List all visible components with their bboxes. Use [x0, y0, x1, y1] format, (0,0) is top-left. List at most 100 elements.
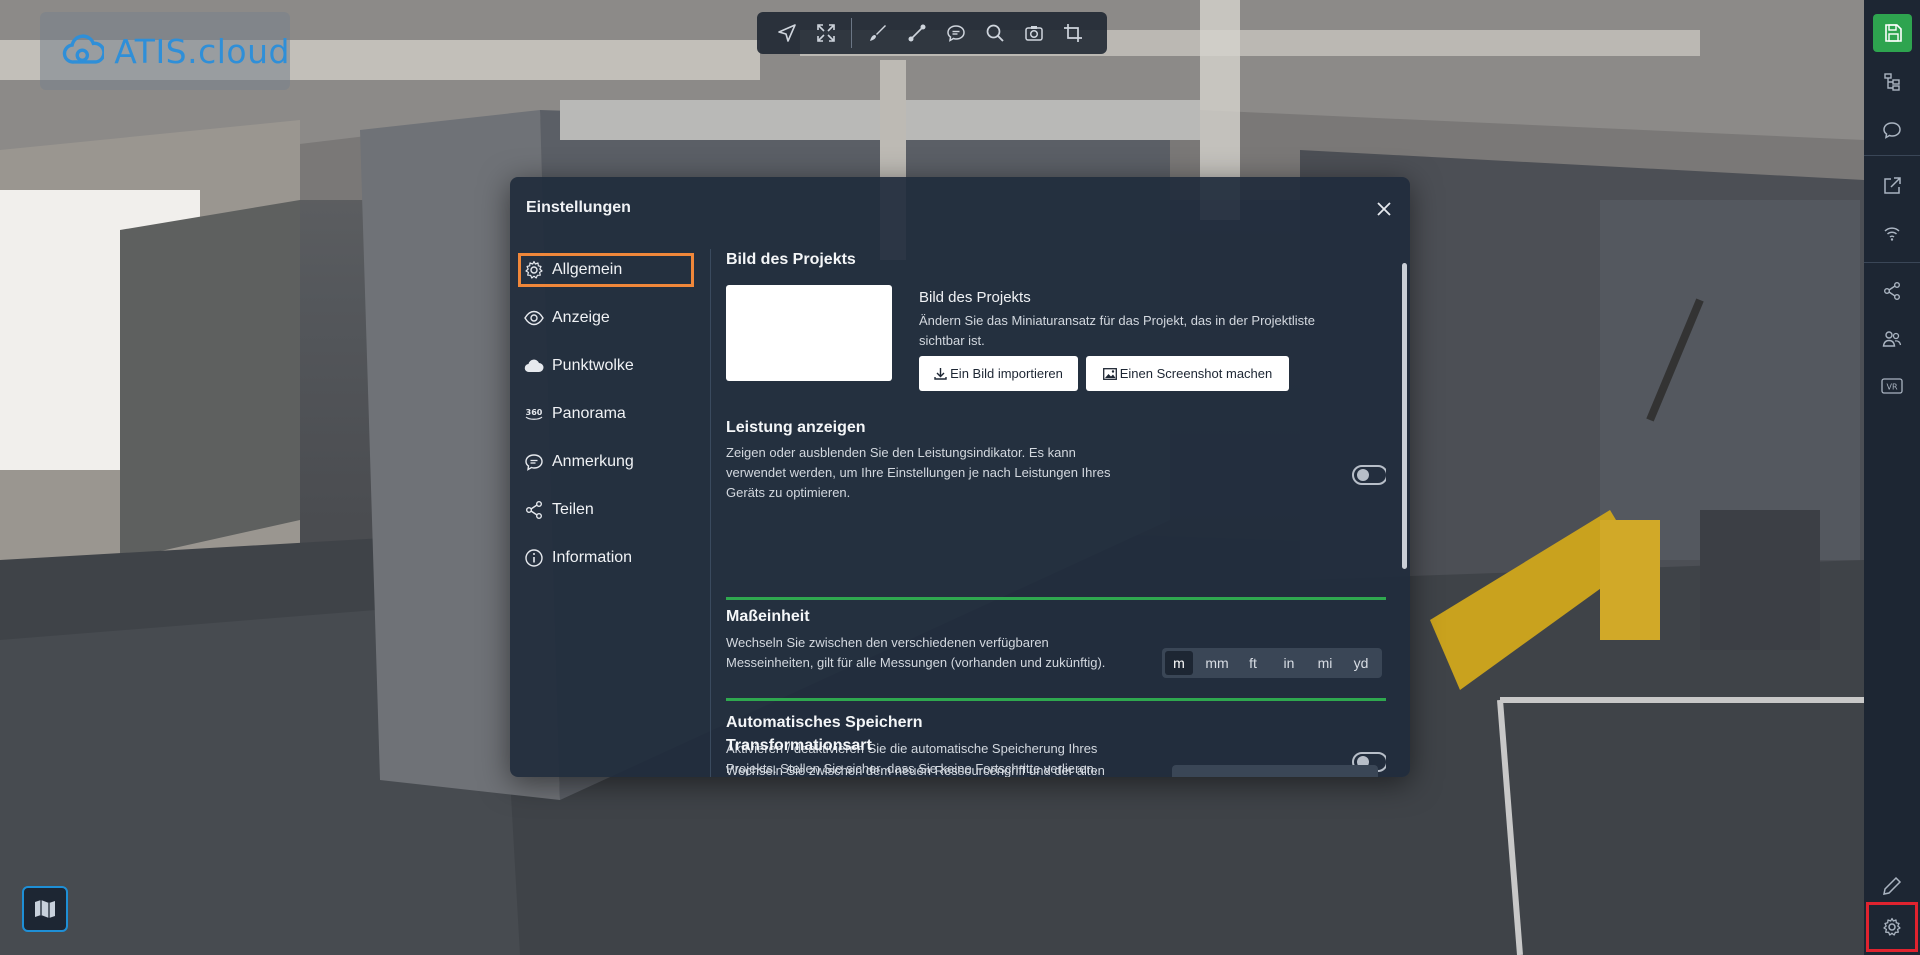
settings-modal: Einstellungen Allgemein Anzeige Punktwol… — [510, 177, 1410, 777]
performance-toggle[interactable] — [1352, 465, 1386, 485]
navigate-button[interactable] — [767, 12, 806, 54]
tree-icon — [1884, 73, 1900, 91]
unit-option-ft[interactable]: ft — [1235, 651, 1271, 675]
map-button[interactable] — [22, 886, 68, 932]
project-thumbnail — [726, 285, 892, 381]
unit-option-mi[interactable]: mi — [1307, 651, 1343, 675]
menu-item-label: Anmerkung — [552, 453, 634, 470]
wifi-icon — [1884, 227, 1900, 241]
save-icon — [1884, 24, 1902, 42]
transform-description: Wechseln Sie zwischen dem neuen Ressourc… — [726, 763, 1105, 777]
fit-view-button[interactable] — [806, 12, 845, 54]
menu-item-teilen[interactable]: Teilen — [518, 493, 694, 527]
atis-logo[interactable]: ATIS.cloud — [40, 12, 290, 90]
share-button[interactable] — [1864, 271, 1920, 311]
close-button[interactable] — [1372, 197, 1396, 221]
svg-text:360: 360 — [526, 408, 543, 417]
search-button[interactable] — [975, 12, 1014, 54]
crop-icon — [1063, 24, 1082, 42]
modal-title: Einstellungen — [526, 199, 631, 216]
save-button[interactable] — [1873, 14, 1912, 52]
menu-item-label: Punktwolke — [552, 357, 634, 374]
external-link-button[interactable] — [1864, 166, 1920, 206]
menu-item-allgemein[interactable]: Allgemein — [518, 253, 694, 287]
share-icon — [526, 501, 542, 519]
menu-item-anzeige[interactable]: Anzeige — [518, 301, 694, 335]
settings-button[interactable] — [1866, 902, 1918, 952]
menu-item-punktwolke[interactable]: Punktwolke — [518, 349, 694, 383]
comments-panel-button[interactable] — [1864, 110, 1920, 150]
menu-item-information[interactable]: Information — [518, 541, 694, 575]
eye-icon — [524, 310, 544, 326]
camera-button[interactable] — [1014, 12, 1053, 54]
unit-option-yd[interactable]: yd — [1343, 651, 1379, 675]
settings-content: Bild des Projekts Bild des Projekts Ände… — [726, 249, 1386, 777]
menu-item-anmerkung[interactable]: Anmerkung — [518, 445, 694, 479]
autosave-title: Automatisches Speichern — [726, 714, 923, 731]
users-button[interactable] — [1864, 319, 1920, 359]
menu-item-label: Panorama — [552, 405, 626, 422]
project-image-subtitle: Bild des Projekts — [919, 289, 1031, 306]
download-icon — [934, 368, 947, 380]
cloud-icon — [524, 359, 544, 373]
right-sidebar: VR — [1864, 0, 1920, 955]
sidebar-divider — [1864, 262, 1920, 263]
units-title: Maßeinheit — [726, 608, 810, 625]
measure-button[interactable] — [897, 12, 936, 54]
cloud-logo-icon — [62, 34, 105, 64]
performance-title: Leistung anzeigen — [726, 419, 866, 436]
crop-button[interactable] — [1053, 12, 1092, 54]
vr-button[interactable]: VR — [1864, 366, 1920, 406]
svg-text:VR: VR — [1886, 383, 1897, 392]
brush-icon — [869, 25, 886, 41]
settings-menu: Allgemein Anzeige Punktwolke 360 Panoram… — [510, 249, 711, 777]
comment-icon — [525, 454, 543, 471]
map-icon — [35, 900, 55, 918]
menu-item-label: Teilen — [552, 501, 594, 518]
menu-item-panorama[interactable]: 360 Panorama — [518, 397, 694, 431]
vr-icon: VR — [1881, 378, 1903, 394]
navigate-icon — [777, 24, 796, 42]
menu-item-label: Anzeige — [552, 309, 610, 326]
gear-icon — [525, 260, 543, 279]
units-section-highlight: Maßeinheit Wechseln Sie zwischen den ver… — [726, 597, 1386, 701]
unit-option-mm[interactable]: mm — [1199, 651, 1235, 675]
360-icon: 360 — [525, 408, 543, 420]
fit-view-icon — [816, 24, 835, 42]
camera-icon — [1024, 26, 1043, 41]
screenshot-label: Einen Screenshot machen — [1119, 366, 1273, 381]
edit-button[interactable] — [1864, 866, 1920, 906]
tree-button[interactable] — [1864, 62, 1920, 102]
import-image-label: Ein Bild importieren — [950, 366, 1063, 381]
users-icon — [1882, 331, 1902, 347]
share-icon — [1884, 282, 1900, 300]
scrollbar-thumb[interactable] — [1402, 263, 1407, 569]
connection-button[interactable] — [1864, 213, 1920, 253]
toolbar-separator — [851, 18, 852, 48]
comment-icon — [946, 25, 965, 42]
screenshot-button[interactable]: Einen Screenshot machen — [1086, 356, 1289, 391]
transform-title: Transformationsart — [726, 737, 872, 754]
unit-option-in[interactable]: in — [1271, 651, 1307, 675]
comment-button[interactable] — [936, 12, 975, 54]
brush-button[interactable] — [858, 12, 897, 54]
pencil-icon — [1883, 876, 1902, 895]
project-image-description: Ändern Sie das Miniaturansatz für das Pr… — [919, 313, 1315, 348]
transform-section: Transformationsart Wechseln Sie zwischen… — [726, 737, 1386, 777]
unit-option-m[interactable]: m — [1165, 651, 1193, 675]
import-image-button[interactable]: Ein Bild importieren — [919, 356, 1078, 391]
content-scrollbar[interactable] — [1401, 257, 1407, 769]
measure-line-icon — [908, 24, 925, 42]
unit-selector: m mm ft in mi yd — [1162, 648, 1382, 678]
project-image-title: Bild des Projekts — [726, 251, 856, 268]
transform-select[interactable] — [1172, 765, 1378, 777]
menu-item-label: Information — [552, 549, 633, 566]
performance-description: Zeigen oder ausblenden Sie den Leistungs… — [726, 445, 1111, 500]
logo-text: ATIS.cloud — [114, 31, 290, 71]
info-icon — [525, 549, 543, 567]
close-icon — [1377, 202, 1391, 216]
sidebar-divider — [1864, 155, 1920, 156]
external-link-icon — [1884, 177, 1901, 194]
comment-icon — [1883, 122, 1901, 139]
search-icon — [986, 24, 1004, 42]
